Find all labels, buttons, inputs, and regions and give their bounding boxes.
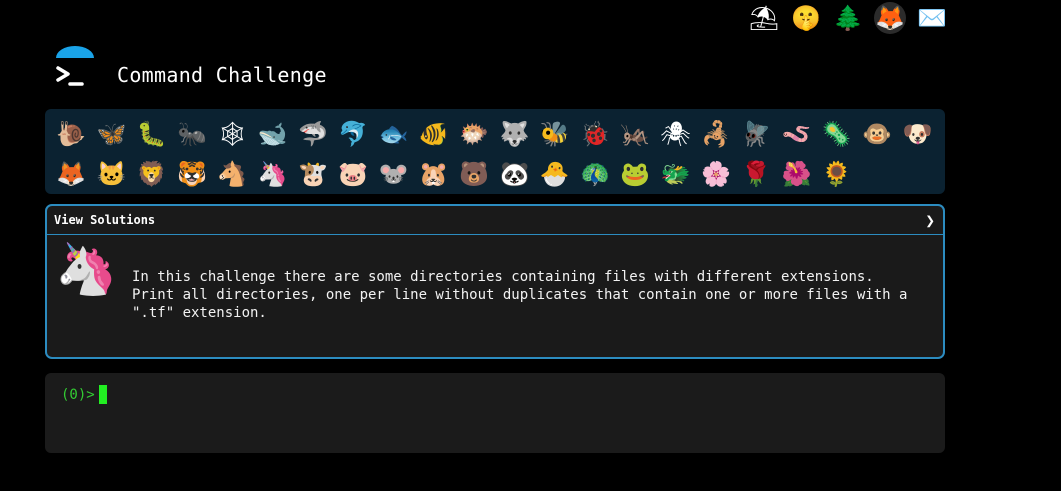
challenge-butterfly-icon[interactable]: 🦋	[91, 114, 131, 154]
mail-icon[interactable]: ✉️	[916, 2, 948, 34]
challenge-fox-icon[interactable]: 🦊	[51, 154, 91, 194]
challenge-dog-icon[interactable]: 🐶	[897, 114, 937, 154]
challenge-bee-icon[interactable]: 🐝	[535, 114, 575, 154]
challenge-spider-icon[interactable]: 🕷	[655, 114, 695, 154]
challenge-tiger-icon[interactable]: 🐯	[172, 154, 212, 194]
challenge-unicorn-icon[interactable]: 🦄	[252, 154, 292, 194]
challenge-blowfish-icon[interactable]: 🐡	[454, 114, 494, 154]
challenge-sunflower-icon[interactable]: 🌻	[817, 154, 857, 194]
challenge-spider-web-icon[interactable]: 🕸	[212, 114, 252, 154]
challenge-fish-icon[interactable]: 🐟	[373, 114, 413, 154]
challenge-scorpion-icon[interactable]: 🦂	[696, 114, 736, 154]
challenge-pig-icon[interactable]: 🐷	[333, 154, 373, 194]
challenge-ladybug-icon[interactable]: 🐞	[575, 114, 615, 154]
challenge-cherry-blossom-icon[interactable]: 🌸	[696, 154, 736, 194]
shushing-face-icon[interactable]: 🤫	[790, 2, 822, 34]
challenge-caterpillar-icon[interactable]: 🐛	[132, 114, 172, 154]
challenge-shark-icon[interactable]: 🦈	[293, 114, 333, 154]
challenge-cricket-icon[interactable]: 🦗	[615, 114, 655, 154]
text-cursor	[98, 385, 107, 404]
challenge-dragon-icon[interactable]: 🐲	[655, 154, 695, 194]
challenge-microbe-icon[interactable]: 🦠	[817, 114, 857, 154]
challenge-whale-icon[interactable]: 🐋	[252, 114, 292, 154]
challenge-panel: View Solutions ❯ 🦄 In this challenge the…	[45, 204, 945, 359]
challenge-tropical-fish-icon[interactable]: 🐠	[414, 114, 454, 154]
page-title: Command Challenge	[117, 63, 327, 87]
challenge-ant-icon[interactable]: 🐜	[172, 114, 212, 154]
challenge-snail-icon[interactable]: 🐌	[51, 114, 91, 154]
challenge-hibiscus-icon[interactable]: 🌺	[776, 154, 816, 194]
terminal[interactable]: (0)>	[45, 373, 945, 453]
challenge-cow-icon[interactable]: 🐮	[293, 154, 333, 194]
tree-icon[interactable]: 🌲	[832, 2, 864, 34]
terminal-icon[interactable]: ⛱	[748, 2, 780, 34]
prompt-label: (0)>	[61, 386, 95, 403]
challenge-list: 🐌 🦋 🐛 🐜 🕸 🐋 🦈 🐬 🐟 🐠 🐡 🐺 🐝 🐞 🦗 🕷 🦂 🪰 🪱 🦠 🐵 🐶 🦊 🐱 🦁 🐯 🐴 🦄 🐮 🐷 🐭 🐹 🐻 🐼 🐣 🦚 🐸 🐲 🌸 🌹…	[45, 109, 945, 194]
challenge-peacock-icon[interactable]: 🦚	[575, 154, 615, 194]
challenge-wolf-icon[interactable]: 🐺	[494, 114, 534, 154]
chevron-right-icon: ❯	[925, 210, 935, 230]
challenge-mouse-icon[interactable]: 🐭	[373, 154, 413, 194]
gitlab-icon[interactable]: 🦊	[874, 2, 906, 34]
challenge-monkey-icon[interactable]: 🐵	[857, 114, 897, 154]
challenge-horse-icon[interactable]: 🐴	[212, 154, 252, 194]
top-icons: ⛱ 🤫 🌲 🦊 ✉️	[748, 2, 948, 34]
challenge-dolphin-icon[interactable]: 🐬	[333, 114, 373, 154]
unicorn-icon: 🦄	[55, 240, 118, 298]
challenge-cat-icon[interactable]: 🐱	[91, 154, 131, 194]
challenge-fly-icon[interactable]: 🪰	[736, 114, 776, 154]
challenge-bear-icon[interactable]: 🐻	[454, 154, 494, 194]
challenge-hatching-chick-icon[interactable]: 🐣	[535, 154, 575, 194]
challenge-rose-icon[interactable]: 🌹	[736, 154, 776, 194]
challenge-panda-icon[interactable]: 🐼	[494, 154, 534, 194]
challenge-description: In this challenge there are some directo…	[132, 269, 908, 321]
challenge-lion-icon[interactable]: 🦁	[132, 154, 172, 194]
terminal-prompt-line[interactable]: (0)>	[61, 385, 107, 404]
challenge-frog-icon[interactable]: 🐸	[615, 154, 655, 194]
view-solutions-label: View Solutions	[54, 213, 156, 227]
logo-icon[interactable]	[52, 46, 98, 92]
challenge-worm-icon[interactable]: 🪱	[776, 114, 816, 154]
challenge-hamster-icon[interactable]: 🐹	[414, 154, 454, 194]
view-solutions-toggle[interactable]: View Solutions ❯	[47, 206, 943, 235]
